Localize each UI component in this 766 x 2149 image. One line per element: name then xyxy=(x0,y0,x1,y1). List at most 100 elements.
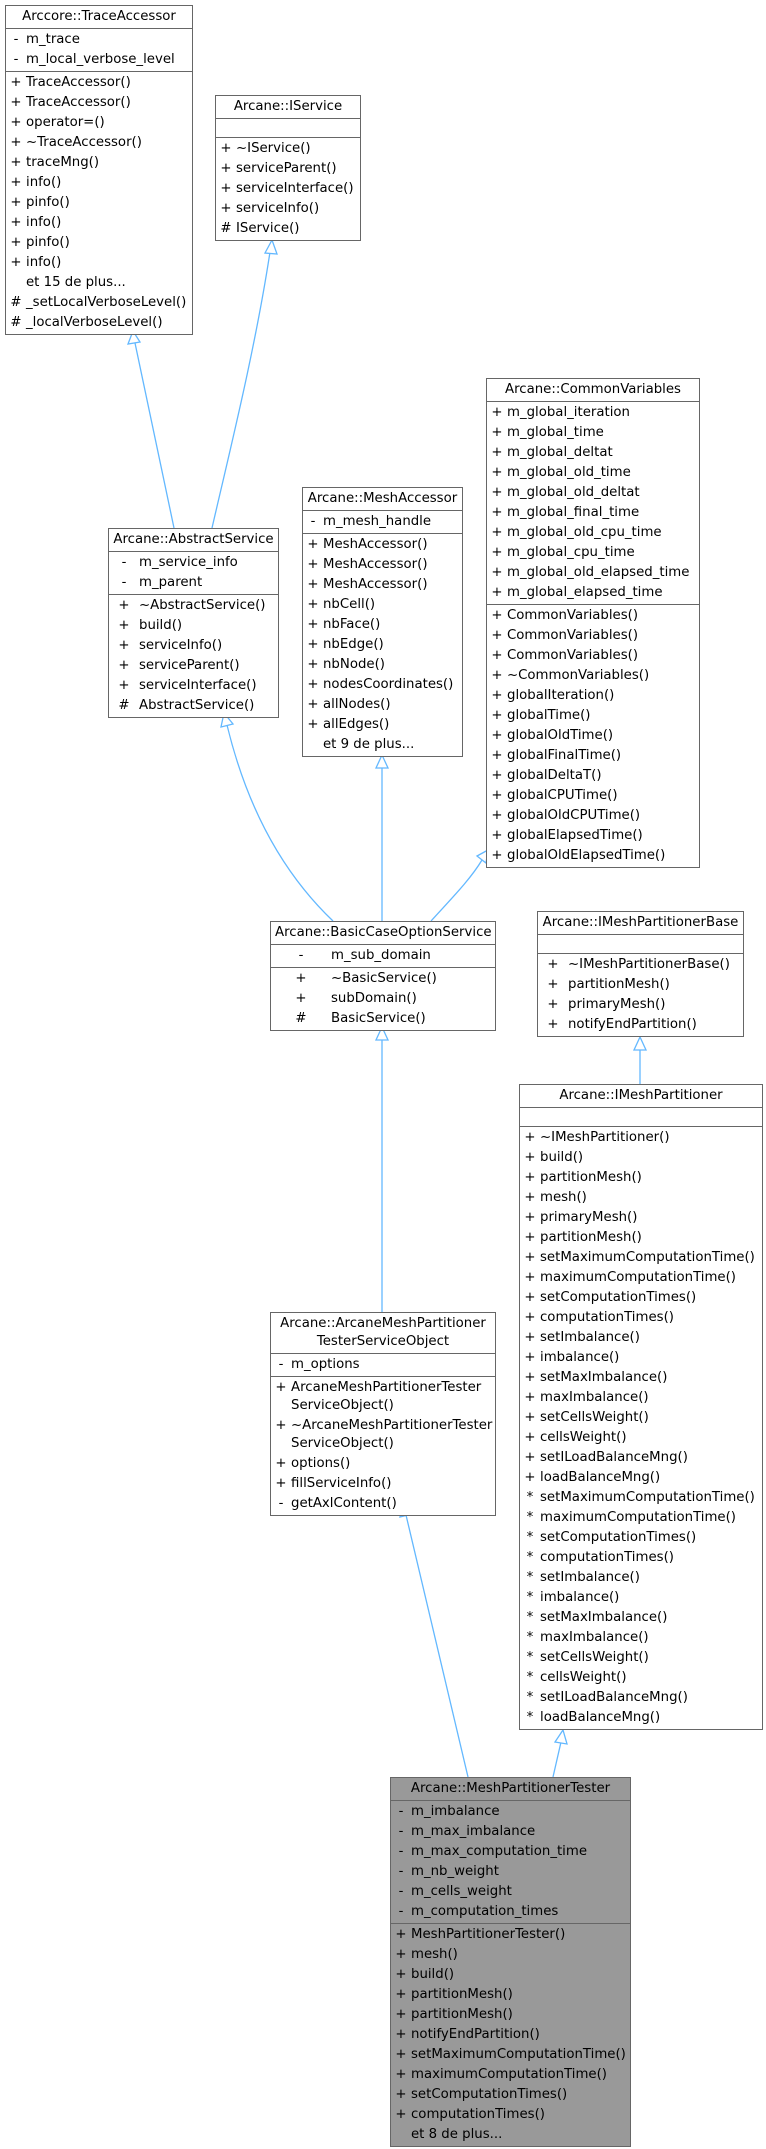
method-row[interactable]: + maximumComputationTime() xyxy=(391,2065,630,2085)
method-name[interactable]: mesh() xyxy=(411,1945,630,1965)
class-title[interactable]: Arcane::AbstractService xyxy=(109,529,278,552)
method-name[interactable]: allEdges() xyxy=(323,715,462,735)
method-name[interactable]: IService() xyxy=(236,219,360,239)
method-row[interactable]: + options() xyxy=(271,1454,495,1474)
method-name[interactable]: partitionMesh() xyxy=(540,1228,762,1248)
method-row[interactable]: + setMaximumComputationTime() xyxy=(520,1248,762,1268)
method-name[interactable]: ~CommonVariables() xyxy=(507,666,699,686)
method-row[interactable]: + subDomain() xyxy=(271,989,495,1009)
method-row[interactable]: + serviceInfo() xyxy=(109,636,278,656)
method-row[interactable]: # AbstractService() xyxy=(109,696,278,716)
method-row[interactable]: + notifyEndPartition() xyxy=(391,2025,630,2045)
method-row[interactable]: # _setLocalVerboseLevel() xyxy=(6,293,192,313)
attribute-name[interactable]: m_local_verbose_level xyxy=(26,50,192,70)
method-name[interactable]: setImbalance() xyxy=(540,1328,762,1348)
method-row[interactable]: + ~AbstractService() xyxy=(109,596,278,616)
class-box-trace-accessor[interactable]: Arccore::TraceAccessor - m_trace - m_local_v… xyxy=(5,5,193,335)
attribute-name[interactable]: m_cells_weight xyxy=(411,1882,630,1902)
method-row[interactable]: * setMaxImbalance() xyxy=(520,1608,762,1628)
method-row[interactable]: + ~BasicService() xyxy=(271,969,495,989)
method-row[interactable]: + partitionMesh() xyxy=(520,1168,762,1188)
method-name[interactable]: partitionMesh() xyxy=(568,975,743,995)
method-name[interactable]: setMaxImbalance() xyxy=(540,1608,762,1628)
method-name[interactable]: globalDeltaT() xyxy=(507,766,699,786)
method-name[interactable]: allNodes() xyxy=(323,695,462,715)
method-name[interactable]: primaryMesh() xyxy=(540,1208,762,1228)
method-row[interactable]: + ~ArcaneMeshPartitionerTester ServiceObj… xyxy=(271,1416,495,1454)
class-box-abstract-service[interactable]: Arcane::AbstractService - m_service_info - m… xyxy=(108,528,279,718)
method-row[interactable]: + serviceInterface() xyxy=(216,179,360,199)
method-row[interactable]: + ~IMeshPartitioner() xyxy=(520,1128,762,1148)
attribute-row[interactable]: - m_imbalance xyxy=(391,1802,630,1822)
method-name[interactable]: partitionMesh() xyxy=(411,2005,630,2025)
method-name[interactable]: mesh() xyxy=(540,1188,762,1208)
method-name[interactable]: operator=() xyxy=(26,113,192,133)
method-name[interactable]: setCellsWeight() xyxy=(540,1648,762,1668)
method-row[interactable]: + computationTimes() xyxy=(520,1308,762,1328)
method-name[interactable]: subDomain() xyxy=(331,989,495,1009)
method-name[interactable]: cellsWeight() xyxy=(540,1668,762,1688)
method-name[interactable]: maximumComputationTime() xyxy=(411,2065,630,2085)
method-row[interactable]: + globalOldTime() xyxy=(487,726,699,746)
method-row[interactable]: + partitionMesh() xyxy=(391,2005,630,2025)
method-name[interactable]: maximumComputationTime() xyxy=(540,1508,762,1528)
method-row[interactable]: + build() xyxy=(109,616,278,636)
class-box-basic-case-option-service[interactable]: Arcane::BasicCaseOptionService - m_sub_dom… xyxy=(270,921,496,1031)
method-name[interactable]: globalElapsedTime() xyxy=(507,826,699,846)
attribute-row[interactable]: - m_max_imbalance xyxy=(391,1822,630,1842)
method-row[interactable]: + setComputationTimes() xyxy=(391,2085,630,2105)
method-row[interactable]: + CommonVariables() xyxy=(487,626,699,646)
method-name[interactable]: computationTimes() xyxy=(540,1548,762,1568)
method-name[interactable]: AbstractService() xyxy=(139,696,278,716)
method-name[interactable]: options() xyxy=(291,1454,495,1474)
method-name[interactable]: et 15 de plus... xyxy=(26,273,192,293)
method-row[interactable]: + CommonVariables() xyxy=(487,646,699,666)
attribute-name[interactable]: m_options xyxy=(291,1355,495,1375)
method-name[interactable]: build() xyxy=(540,1148,762,1168)
method-name[interactable]: pinfo() xyxy=(26,233,192,253)
method-row[interactable]: + imbalance() xyxy=(520,1348,762,1368)
method-row[interactable]: * cellsWeight() xyxy=(520,1668,762,1688)
class-title[interactable]: Arcane::IService xyxy=(216,96,360,119)
attribute-name[interactable]: m_imbalance xyxy=(411,1802,630,1822)
attribute-row[interactable]: - m_computation_times xyxy=(391,1902,630,1922)
class-box-mesh-accessor[interactable]: Arcane::MeshAccessor - m_mesh_handle + MeshA… xyxy=(302,487,463,757)
attribute-name[interactable]: m_sub_domain xyxy=(331,946,495,966)
method-name[interactable]: ~IMeshPartitioner() xyxy=(540,1128,762,1148)
method-row[interactable]: + ~IService() xyxy=(216,139,360,159)
class-title[interactable]: Arcane::ArcaneMeshPartitioner TesterServ… xyxy=(271,1313,495,1354)
method-row[interactable]: + nbEdge() xyxy=(303,635,462,655)
method-row[interactable]: + MeshPartitionerTester() xyxy=(391,1925,630,1945)
method-row[interactable]: # _localVerboseLevel() xyxy=(6,313,192,333)
method-row[interactable]: + traceMng() xyxy=(6,153,192,173)
method-name[interactable]: BasicService() xyxy=(331,1009,495,1029)
method-row[interactable]: + ~IMeshPartitionerBase() xyxy=(538,955,743,975)
method-row[interactable]: + globalIteration() xyxy=(487,686,699,706)
method-row[interactable]: + setMaximumComputationTime() xyxy=(391,2045,630,2065)
method-row[interactable]: + ~TraceAccessor() xyxy=(6,133,192,153)
method-name[interactable]: notifyEndPartition() xyxy=(411,2025,630,2045)
attribute-row[interactable]: - m_mesh_handle xyxy=(303,512,462,532)
method-row[interactable]: # IService() xyxy=(216,219,360,239)
method-row[interactable]: # BasicService() xyxy=(271,1009,495,1029)
method-name[interactable]: globalOldElapsedTime() xyxy=(507,846,699,866)
attribute-name[interactable]: m_global_deltat xyxy=(507,443,699,463)
method-name[interactable]: pinfo() xyxy=(26,193,192,213)
method-name[interactable]: globalFinalTime() xyxy=(507,746,699,766)
method-name[interactable]: setMaxImbalance() xyxy=(540,1368,762,1388)
method-name[interactable]: cellsWeight() xyxy=(540,1428,762,1448)
attribute-name[interactable]: m_max_imbalance xyxy=(411,1822,630,1842)
method-row[interactable]: + globalOldElapsedTime() xyxy=(487,846,699,866)
method-row[interactable]: + ~CommonVariables() xyxy=(487,666,699,686)
method-name[interactable]: ~AbstractService() xyxy=(139,596,278,616)
method-name[interactable]: setComputationTimes() xyxy=(540,1288,762,1308)
attribute-row[interactable]: - m_trace xyxy=(6,30,192,50)
method-row[interactable]: + pinfo() xyxy=(6,193,192,213)
method-name[interactable]: getAxlContent() xyxy=(291,1494,495,1514)
method-name[interactable]: globalOldTime() xyxy=(507,726,699,746)
method-row[interactable]: + mesh() xyxy=(391,1945,630,1965)
class-title[interactable]: Arcane::CommonVariables xyxy=(487,379,699,402)
method-row[interactable]: + maxImbalance() xyxy=(520,1388,762,1408)
method-row[interactable]: + globalCPUTime() xyxy=(487,786,699,806)
attribute-row[interactable]: - m_cells_weight xyxy=(391,1882,630,1902)
